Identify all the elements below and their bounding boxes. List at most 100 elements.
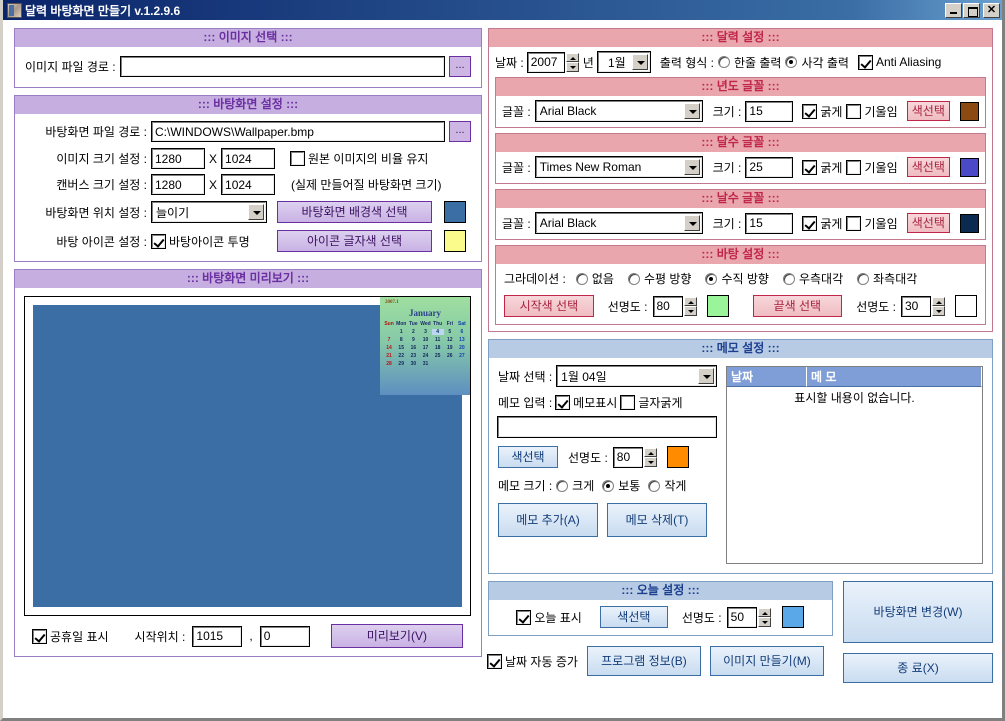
start-opacity-spinner-buttons[interactable]	[683, 296, 697, 316]
start-x-input[interactable]	[192, 625, 243, 647]
keep-ratio-checkbox[interactable]: 원본 이미지의 비율 유지	[290, 150, 428, 167]
start-color-swatch[interactable]	[706, 295, 729, 317]
end-color-swatch[interactable]	[955, 295, 977, 317]
memo-color-swatch[interactable]	[666, 446, 689, 468]
day-color-button[interactable]: 색선택	[906, 213, 950, 233]
day-size-input[interactable]	[745, 212, 794, 234]
month-bold-box	[802, 159, 818, 175]
month-select[interactable]: 1월	[596, 51, 651, 73]
exit-button[interactable]: 종 료(X)	[843, 653, 993, 683]
show-today-checkbox[interactable]: 오늘 표시	[516, 609, 582, 626]
month-color-swatch[interactable]	[960, 157, 979, 177]
memo-color-button[interactable]: 색선택	[498, 446, 558, 468]
year-italic-checkbox[interactable]: 기울임	[846, 103, 898, 120]
year-color-swatch[interactable]	[960, 101, 979, 121]
wallpaper-position-label: 바탕화면 위치 설정 :	[45, 205, 147, 220]
day-font-label: 글꼴 :	[502, 216, 531, 231]
end-color-button[interactable]: 끝색 선택	[752, 295, 843, 317]
year-color-button[interactable]: 색선택	[906, 101, 950, 121]
month-bold-checkbox[interactable]: 굵게	[802, 159, 842, 176]
today-color-swatch[interactable]	[781, 606, 804, 628]
memo-list-col-date[interactable]: 날짜	[727, 367, 807, 387]
change-wallpaper-button[interactable]: 바탕화면 변경(W)	[843, 581, 993, 643]
wallpaper-position-select[interactable]: 늘이기	[151, 201, 267, 223]
day-italic-checkbox[interactable]: 기울임	[846, 215, 898, 232]
holiday-checkbox[interactable]: 공휴일 표시	[32, 628, 109, 645]
background-color-swatch[interactable]	[444, 201, 466, 223]
minimize-button[interactable]	[945, 2, 962, 18]
year-font-label: 글꼴 :	[502, 104, 531, 119]
maximize-button[interactable]	[963, 2, 980, 18]
day-font-group: ::: 날수 글꼴 ::: 글꼴 : Arial Black 크기 : 15 굵…	[495, 189, 986, 240]
image-browse-button[interactable]: ...	[449, 56, 471, 77]
wallpaper-preview[interactable]: 2007.1 January Sun Mon Tue Wed Thu Fri Sat 1 2 3 4…	[24, 296, 471, 616]
month-color-button[interactable]: 색선택	[906, 157, 950, 177]
canvas-width-input[interactable]	[151, 174, 205, 195]
memo-text-input[interactable]	[497, 416, 717, 438]
memo-size-small-radio[interactable]: 작게	[648, 477, 686, 494]
year-spinner-buttons[interactable]	[565, 52, 579, 72]
canvas-height-input[interactable]	[221, 174, 276, 195]
image-height-input[interactable]	[221, 148, 276, 169]
gradient-horizontal-radio[interactable]: 수평 방향	[627, 270, 691, 287]
memo-opacity-spinner[interactable]: 80	[612, 446, 657, 468]
gradient-left-diagonal-radio[interactable]: 좌측대각	[857, 270, 917, 287]
memo-list-col-memo[interactable]: 메 모	[807, 367, 982, 387]
memo-date-select[interactable]: 1월 04일	[556, 365, 717, 387]
image-width-input[interactable]	[151, 148, 205, 169]
start-opacity-spinner[interactable]: 80	[652, 295, 697, 317]
output-one-line-radio[interactable]: 한줄 출력	[717, 54, 781, 71]
memo-show-checkbox[interactable]: 메모표시	[555, 394, 617, 411]
close-button[interactable]: ✕	[983, 2, 1000, 18]
preview-day: 1	[399, 329, 403, 335]
icon-transparent-checkbox[interactable]: 바탕아이콘 투명	[151, 233, 266, 250]
wallpaper-path-input[interactable]	[151, 121, 445, 142]
month-size-input[interactable]	[745, 156, 794, 178]
wallpaper-browse-button[interactable]: ...	[449, 121, 471, 142]
month-italic-checkbox[interactable]: 기울임	[846, 159, 898, 176]
memo-form: 날짜 선택 : 1월 04일 메모 입력 : 메모표시 글자굵게 색선택 선명도…	[497, 365, 717, 564]
start-color-button[interactable]: 시작색 선택	[504, 295, 594, 317]
year-size-input[interactable]	[745, 100, 794, 122]
gradient-vertical-radio[interactable]: 수직 방향	[705, 270, 769, 287]
memo-size-large-radio[interactable]: 크게	[556, 477, 594, 494]
end-opacity-spinner-buttons[interactable]	[932, 296, 945, 316]
memo-delete-button[interactable]: 메모 삭제(T)	[607, 503, 707, 537]
today-opacity-spinner-buttons[interactable]	[757, 607, 771, 627]
year-spinner[interactable]: 2007	[526, 51, 579, 73]
preview-day: 14	[386, 345, 392, 351]
program-info-button[interactable]: 프로그램 정보(B)	[586, 646, 701, 676]
auto-increment-checkbox[interactable]: 날짜 자동 증가	[487, 653, 578, 670]
preview-day: 23	[410, 353, 417, 359]
date-label: 날짜 :	[495, 55, 524, 70]
today-opacity-spinner[interactable]: 50	[726, 606, 771, 628]
memo-size-normal-radio[interactable]: 보통	[602, 477, 640, 494]
year-bold-checkbox[interactable]: 굵게	[802, 103, 842, 120]
start-y-input[interactable]	[259, 625, 310, 647]
gradient-none-radio[interactable]: 없음	[575, 270, 614, 287]
today-color-button[interactable]: 색선택	[599, 606, 668, 628]
background-color-button[interactable]: 바탕화면 배경색 선택	[277, 201, 432, 223]
make-image-button[interactable]: 이미지 만들기(M)	[709, 646, 824, 676]
gradient-horizontal-dot	[627, 272, 640, 285]
day-font-select[interactable]: Arial Black	[534, 212, 703, 234]
icon-text-color-button[interactable]: 아이콘 글자색 선택	[277, 230, 432, 252]
day-bold-checkbox[interactable]: 굵게	[802, 215, 842, 232]
output-square-radio[interactable]: 사각 출력	[785, 54, 849, 71]
keep-ratio-box	[290, 151, 306, 166]
memo-list[interactable]: 날짜 메 모 표시할 내용이 없습니다.	[726, 366, 983, 564]
memo-add-button[interactable]: 메모 추가(A)	[498, 503, 598, 537]
month-font-select[interactable]: Times New Roman	[534, 156, 703, 178]
preview-button[interactable]: 미리보기(V)	[330, 624, 463, 648]
gradient-right-diagonal-radio[interactable]: 우측대각	[782, 270, 843, 287]
image-path-input[interactable]	[119, 56, 446, 77]
anti-aliasing-checkbox[interactable]: Anti Aliasing	[857, 54, 941, 70]
icon-text-color-swatch[interactable]	[444, 230, 466, 252]
memo-opacity-spinner-buttons[interactable]	[643, 447, 657, 467]
preview-calendar: 2007.1 January Sun Mon Tue Wed Thu Fri Sat 1 2 3 4…	[380, 297, 470, 395]
month-italic-box	[846, 159, 862, 175]
year-font-select[interactable]: Arial Black	[534, 100, 703, 122]
day-color-swatch[interactable]	[960, 213, 979, 233]
end-opacity-spinner[interactable]: 30	[901, 295, 945, 317]
memo-bold-checkbox[interactable]: 글자굵게	[620, 394, 683, 411]
